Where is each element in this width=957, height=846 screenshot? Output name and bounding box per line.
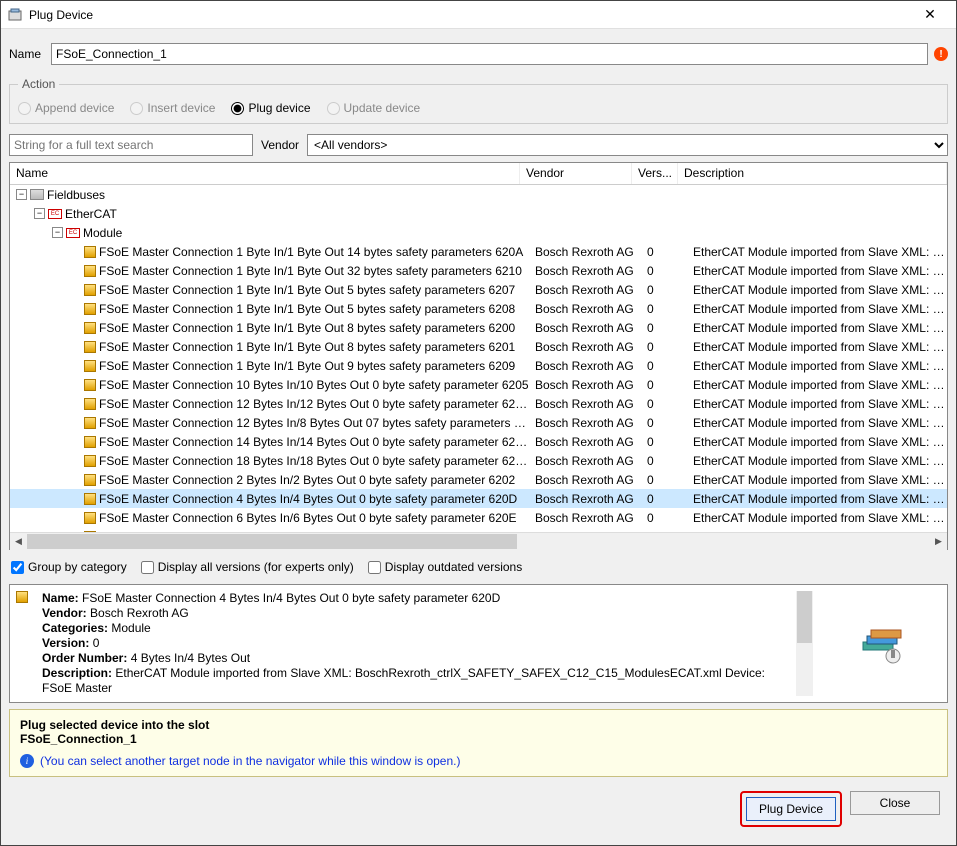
tree-row[interactable]: FSoE Master Connection 1 Byte In/1 Byte … <box>10 337 947 356</box>
scroll-left-icon[interactable]: ◀ <box>10 533 27 550</box>
col-vers[interactable]: Vers... <box>632 163 678 184</box>
tree-row[interactable]: FSoE Master Connection 2 Bytes In/2 Byte… <box>10 470 947 489</box>
check-display-all-versions[interactable]: Display all versions (for experts only) <box>141 560 354 574</box>
detail-order-number: 4 Bytes In/4 Bytes Out <box>131 651 250 665</box>
detail-version: 0 <box>93 636 100 650</box>
expander-icon[interactable]: − <box>16 189 27 200</box>
detail-categories: Module <box>111 621 150 635</box>
name-input[interactable] <box>51 43 928 65</box>
radio-plug-device[interactable]: Plug device <box>231 101 310 115</box>
tree-row[interactable]: FSoE Master Connection 18 Bytes In/18 By… <box>10 451 947 470</box>
tree-row[interactable]: FSoE Master Connection 12 Bytes In/8 Byt… <box>10 413 947 432</box>
module-icon <box>84 474 96 486</box>
module-icon <box>84 417 96 429</box>
action-legend: Action <box>18 77 59 91</box>
warning-icon: ! <box>934 47 948 61</box>
detail-name: FSoE Master Connection 4 Bytes In/4 Byte… <box>82 591 500 605</box>
module-icon <box>84 322 96 334</box>
search-input[interactable] <box>9 134 253 156</box>
fieldbus-icon <box>30 189 44 200</box>
module-icon <box>84 265 96 277</box>
tree-row[interactable]: FSoE Master Connection 10 Bytes In/10 By… <box>10 375 947 394</box>
tree-row[interactable]: FSoE Master Connection 12 Bytes In/12 By… <box>10 394 947 413</box>
horizontal-scrollbar[interactable]: ◀ ▶ <box>10 532 947 549</box>
plug-button-highlight: Plug Device <box>740 791 842 827</box>
module-icon <box>84 379 96 391</box>
scroll-right-icon[interactable]: ▶ <box>930 533 947 550</box>
module-icon <box>84 284 96 296</box>
radio-append-device: Append device <box>18 101 114 115</box>
detail-description: EtherCAT Module imported from Slave XML:… <box>42 666 765 695</box>
details-scrollbar[interactable] <box>796 591 813 696</box>
module-icon <box>84 455 96 467</box>
expander-icon[interactable]: − <box>34 208 45 219</box>
tree-row[interactable]: −ECEtherCAT <box>10 204 947 223</box>
module-icon <box>84 360 96 372</box>
close-button[interactable]: Close <box>850 791 940 815</box>
name-label: Name <box>9 47 45 61</box>
info-box: Plug selected device into the slot FSoE_… <box>9 709 948 777</box>
module-icon <box>84 398 96 410</box>
tree-row[interactable]: FSoE Master Connection 1 Byte In/1 Byte … <box>10 299 947 318</box>
radio-update-device: Update device <box>327 101 421 115</box>
module-icon <box>84 246 96 258</box>
app-icon <box>7 7 23 23</box>
col-name[interactable]: Name <box>10 163 520 184</box>
ethercat-icon: EC <box>66 228 80 238</box>
module-icon <box>16 591 28 603</box>
module-icon <box>84 341 96 353</box>
tree-row[interactable]: FSoE Master Connection 1 Byte In/1 Byte … <box>10 356 947 375</box>
plug-device-button[interactable]: Plug Device <box>746 797 836 821</box>
tree-row[interactable]: FSoE Master Connection 1 Byte In/1 Byte … <box>10 280 947 299</box>
ethercat-icon: EC <box>48 209 62 219</box>
info-line2: FSoE_Connection_1 <box>20 732 937 746</box>
window-title: Plug Device <box>29 8 910 22</box>
device-tree[interactable]: −Fieldbuses−ECEtherCAT−ECModuleFSoE Mast… <box>10 185 947 532</box>
details-pane: Name: FSoE Master Connection 4 Bytes In/… <box>9 584 948 703</box>
info-hint: (You can select another target node in t… <box>40 754 460 768</box>
radio-insert-device: Insert device <box>130 101 215 115</box>
tree-header: Name Vendor Vers... Description <box>10 163 947 185</box>
scroll-thumb[interactable] <box>27 534 517 549</box>
tree-row[interactable]: FSoE Master Connection 4 Bytes In/4 Byte… <box>10 489 947 508</box>
device-image-icon <box>821 591 941 696</box>
titlebar: Plug Device ✕ <box>1 1 956 29</box>
detail-vendor: Bosch Rexroth AG <box>90 606 189 620</box>
window-close-button[interactable]: ✕ <box>910 2 950 28</box>
col-desc[interactable]: Description <box>678 163 947 184</box>
info-icon: i <box>20 754 34 768</box>
tree-row[interactable]: FSoE Master Connection 14 Bytes In/14 By… <box>10 432 947 451</box>
tree-row[interactable]: −Fieldbuses <box>10 185 947 204</box>
tree-row[interactable]: FSoE Master Connection 1 Byte In/1 Byte … <box>10 261 947 280</box>
module-icon <box>84 493 96 505</box>
check-display-outdated[interactable]: Display outdated versions <box>368 560 522 574</box>
module-icon <box>84 512 96 524</box>
info-line1: Plug selected device into the slot <box>20 718 937 732</box>
tree-row[interactable]: FSoE Master Connection 1 Byte In/1 Byte … <box>10 318 947 337</box>
vendor-label: Vendor <box>261 138 299 152</box>
vendor-select[interactable]: <All vendors> <box>307 134 948 156</box>
col-vendor[interactable]: Vendor <box>520 163 632 184</box>
module-icon <box>84 303 96 315</box>
action-group: Action Append device Insert device Plug … <box>9 77 948 124</box>
tree-row[interactable]: −ECModule <box>10 223 947 242</box>
check-group-by-category[interactable]: Group by category <box>11 560 127 574</box>
expander-icon[interactable]: − <box>52 227 63 238</box>
tree-row[interactable]: FSoE Master Connection 1 Byte In/1 Byte … <box>10 242 947 261</box>
tree-row[interactable]: FSoE Master Connection 6 Bytes In/6 Byte… <box>10 508 947 527</box>
module-icon <box>84 436 96 448</box>
